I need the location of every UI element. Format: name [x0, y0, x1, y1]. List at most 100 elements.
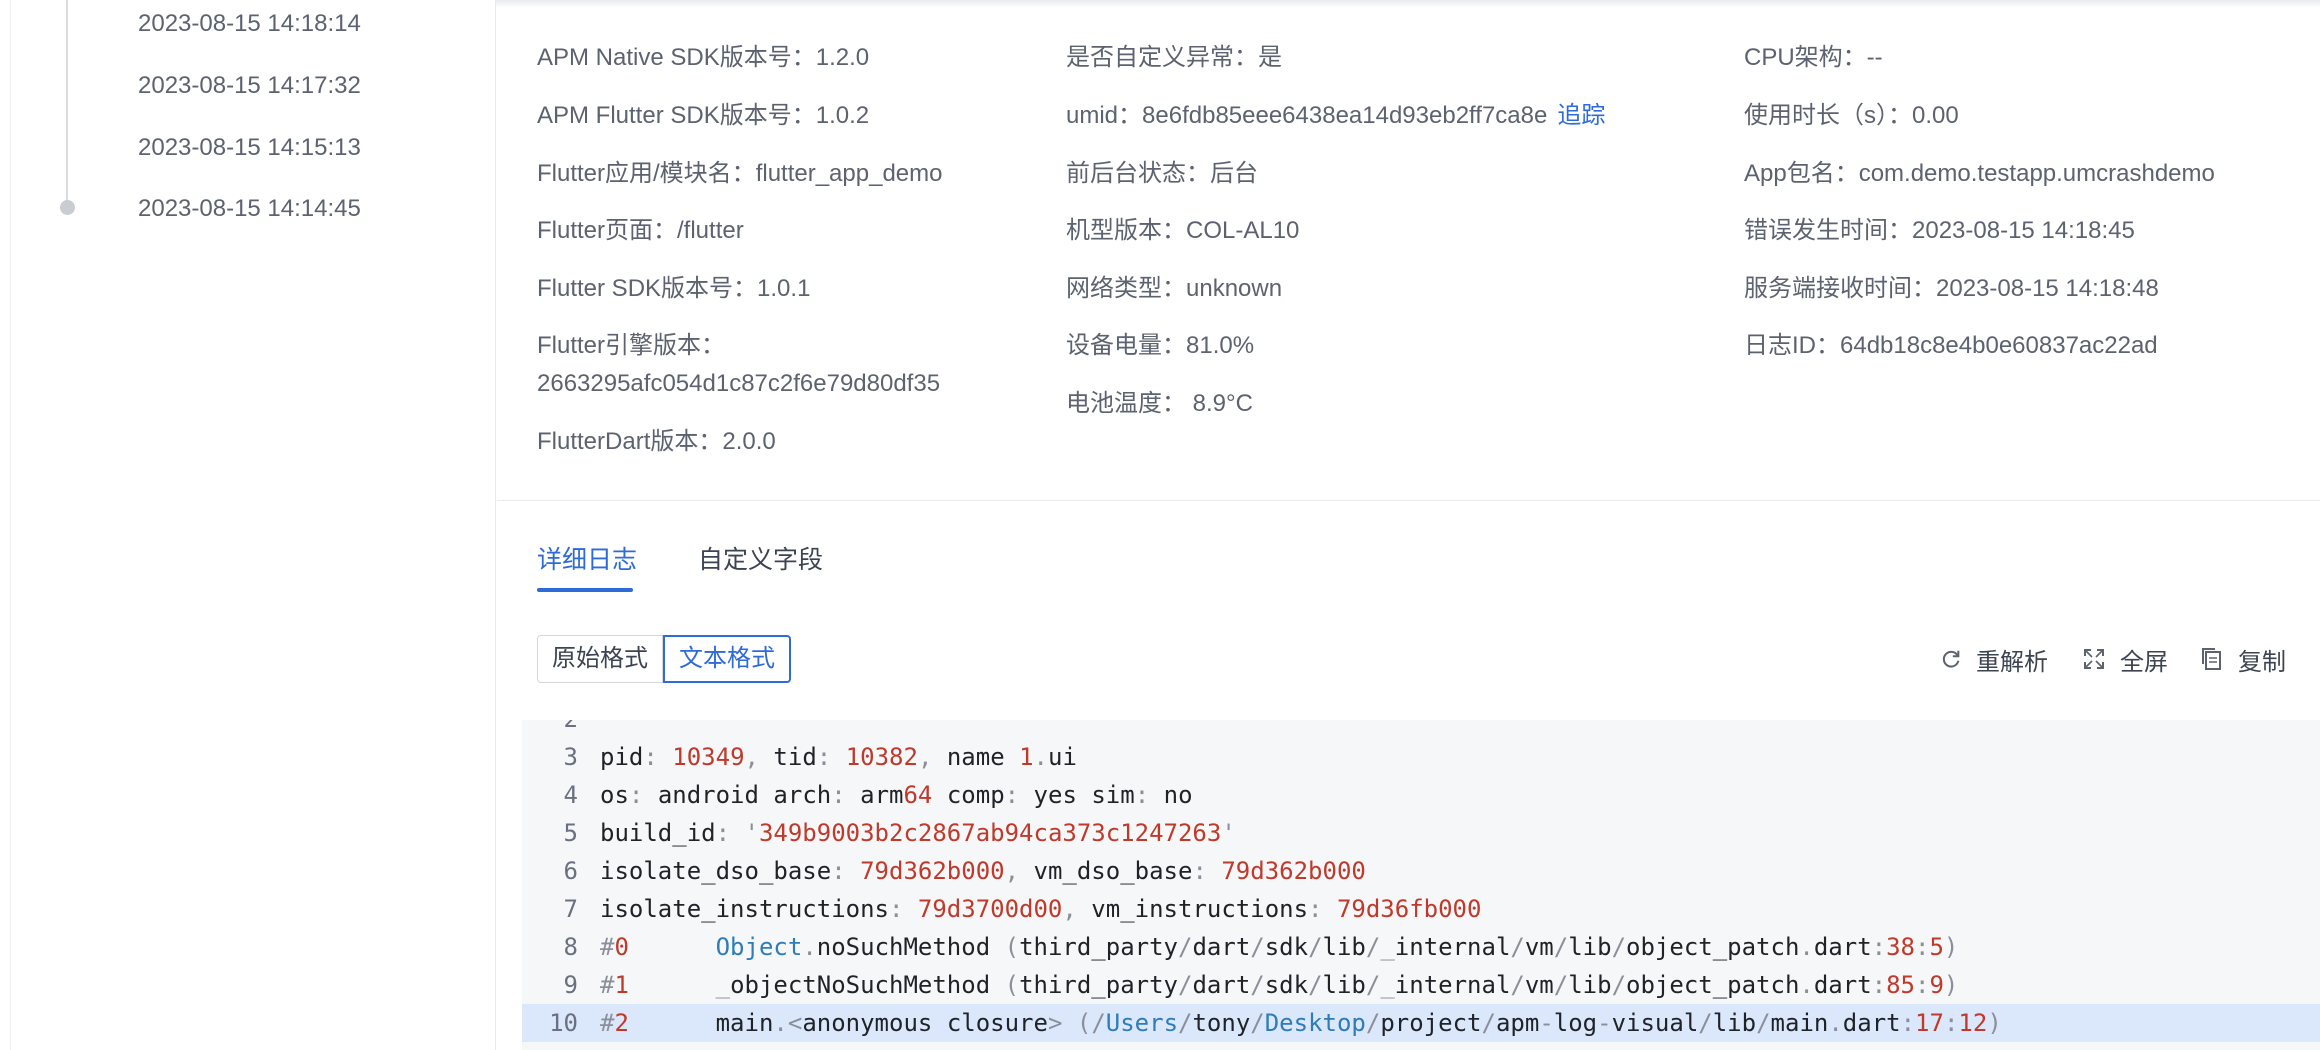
info-value: 8.9°C: [1186, 390, 1253, 417]
info-value: 2.0.0: [722, 428, 776, 455]
code-line: 4 os: android arch: arm64 comp: yes sim: …: [522, 776, 2320, 814]
info-row: CPU架构：--: [1744, 39, 1883, 77]
copy-label: 复制: [2238, 648, 2286, 676]
info-value: 1.0.2: [815, 102, 870, 129]
info-row: 服务端接收时间：2023-08-15 14:18:48: [1744, 270, 2159, 308]
info-label: 是否自定义异常：: [1066, 44, 1258, 71]
line-number: 2: [522, 720, 578, 738]
info-value: COL-AL10: [1186, 217, 1300, 244]
info-label: CPU架构：: [1744, 44, 1867, 71]
fullscreen-button[interactable]: 全屏: [2082, 642, 2168, 676]
info-value: unknown: [1186, 275, 1283, 302]
info-value: --: [1866, 44, 1883, 71]
timeline-item[interactable]: 2023-08-15 14:15:13: [138, 134, 361, 162]
info-value: 后台: [1210, 160, 1258, 187]
timeline-panel: 2023-08-15 14:18:14 2023-08-15 14:17:32 …: [0, 0, 496, 1050]
line-number: 10: [549, 1009, 578, 1037]
info-row: Flutter SDK版本号：1.0.1: [537, 270, 810, 308]
info-label: 网络类型：: [1066, 275, 1186, 302]
reparse-button[interactable]: 重解析: [1940, 642, 2048, 676]
info-row: APM Native SDK版本号：1.2.0: [537, 39, 869, 77]
info-label: 日志ID：: [1744, 332, 1840, 359]
info-value: 8e6fdb85eee6438ea14d93eb2ff7ca8e: [1142, 102, 1548, 129]
info-label: App包名：: [1744, 160, 1859, 187]
header-shadow: [496, 0, 2320, 8]
line-number: 5: [563, 819, 578, 847]
info-label: 机型版本：: [1066, 217, 1186, 244]
timeline-line: [66, 0, 68, 206]
copy-icon: [2202, 648, 2221, 670]
info-value: 是: [1258, 44, 1282, 71]
code-text: isolate_dso_base: 79d362b000, vm_dso_bas…: [600, 857, 1366, 885]
info-row: 机型版本：COL-AL10: [1066, 212, 1299, 250]
copy-button[interactable]: 复制: [2200, 642, 2286, 676]
info-label: 设备电量：: [1066, 332, 1186, 359]
code-text: build_id: '349b9003b2c2867ab94ca373c1247…: [600, 819, 1236, 847]
fullscreen-icon: [2084, 649, 2104, 669]
line-number: 3: [563, 743, 578, 771]
info-value: /flutter: [677, 217, 744, 244]
info-label: Flutter SDK版本号：: [537, 275, 758, 302]
info-row: App包名：com.demo.testapp.umcrashdemo: [1744, 155, 2215, 193]
info-value: flutter_app_demo: [755, 160, 943, 187]
info-row: 电池温度： 8.9°C: [1066, 385, 1253, 423]
code-line: 6 isolate_dso_base: 79d362b000, vm_dso_ba…: [522, 852, 2320, 890]
tab-custom-fields[interactable]: 自定义字段: [698, 540, 823, 576]
info-value: 2663295afc054d1c87c2f6e79d80df35: [537, 370, 941, 397]
info-row: Flutter引擎版本：: [537, 327, 725, 365]
refresh-icon: [1942, 650, 1960, 668]
text-format-button[interactable]: 文本格式: [663, 635, 791, 683]
info-row: 2663295afc054d1c87c2f6e79d80df35: [537, 365, 940, 403]
info-row: Flutter页面：/flutter: [537, 212, 744, 250]
info-row: 设备电量：81.0%: [1066, 327, 1254, 365]
info-label: 错误发生时间：: [1744, 217, 1912, 244]
code-text: #0 Object.noSuchMethod (third_party/dart…: [600, 933, 1959, 961]
code-line: 9 #1 _objectNoSuchMethod (third_party/dar…: [522, 966, 2320, 1004]
info-row: Flutter应用/模块名：flutter_app_demo: [537, 155, 942, 193]
code-line: 7 isolate_instructions: 79d3700d00, vm_in…: [522, 890, 2320, 928]
line-number: 4: [563, 781, 578, 809]
format-toggle: 原始格式 文本格式: [537, 635, 791, 683]
info-value: 81.0%: [1186, 332, 1255, 359]
info-value: 64db18c8e4b0e60837ac22ad: [1840, 332, 2158, 359]
info-row: 使用时长（s）：0.00: [1744, 97, 1959, 135]
code-text: #2 main.<anonymous closure> (/Users/tony…: [600, 1009, 2002, 1037]
panel-edge: [10, 0, 11, 1050]
code-text: pid: 10349, tid: 10382, name 1.ui: [600, 743, 1077, 771]
code-text: isolate_instructions: 79d3700d00, vm_ins…: [600, 895, 1482, 923]
code-line: 2: [522, 720, 2320, 738]
code-line: 8 #0 Object.noSuchMethod (third_party/dar…: [522, 928, 2320, 966]
info-row: umid：8e6fdb85eee6438ea14d93eb2ff7ca8e 追踪: [1066, 97, 1605, 135]
info-label: APM Flutter SDK版本号：: [537, 102, 816, 129]
tab-detail-log[interactable]: 详细日志: [537, 540, 637, 576]
info-label: 服务端接收时间：: [1744, 275, 1936, 302]
info-label: APM Native SDK版本号：: [537, 44, 816, 71]
trace-link[interactable]: 追踪: [1557, 102, 1605, 129]
fullscreen-label: 全屏: [2120, 648, 2168, 676]
timeline-item[interactable]: 2023-08-15 14:18:14: [138, 10, 361, 38]
code-line: 3 pid: 10349, tid: 10382, name 1.ui: [522, 738, 2320, 776]
info-label: 电池温度：: [1066, 390, 1186, 417]
info-label: Flutter应用/模块名：: [537, 160, 756, 187]
info-value: 1.2.0: [815, 44, 870, 71]
info-value: com.demo.testapp.umcrashdemo: [1858, 160, 2215, 187]
info-label: umid：: [1066, 102, 1143, 129]
active-tab-indicator: [537, 588, 633, 592]
info-label: Flutter引擎版本：: [537, 332, 726, 359]
section-divider: [497, 500, 2320, 501]
info-row: APM Flutter SDK版本号：1.0.2: [537, 97, 869, 135]
code-text: #1 _objectNoSuchMethod (third_party/dart…: [600, 971, 1959, 999]
log-code-viewer[interactable]: 2 3 pid: 10349, tid: 10382, name 1.ui 4 os: …: [522, 720, 2320, 1050]
timeline-item[interactable]: 2023-08-15 14:17:32: [138, 72, 361, 100]
line-number: 9: [563, 971, 578, 999]
info-row: 网络类型：unknown: [1066, 270, 1282, 308]
code-text: os: android arch: arm64 comp: yes sim: n…: [600, 781, 1193, 809]
line-number: 8: [563, 933, 578, 961]
line-number: 6: [563, 857, 578, 885]
code-line: 5 build_id: '349b9003b2c2867ab94ca373c124…: [522, 814, 2320, 852]
info-row: 前后台状态：后台: [1066, 155, 1258, 193]
timeline-dot: [60, 200, 75, 215]
info-row: 错误发生时间：2023-08-15 14:18:45: [1744, 212, 2135, 250]
timeline-item[interactable]: 2023-08-15 14:14:45: [138, 195, 361, 223]
raw-format-button[interactable]: 原始格式: [537, 635, 663, 683]
